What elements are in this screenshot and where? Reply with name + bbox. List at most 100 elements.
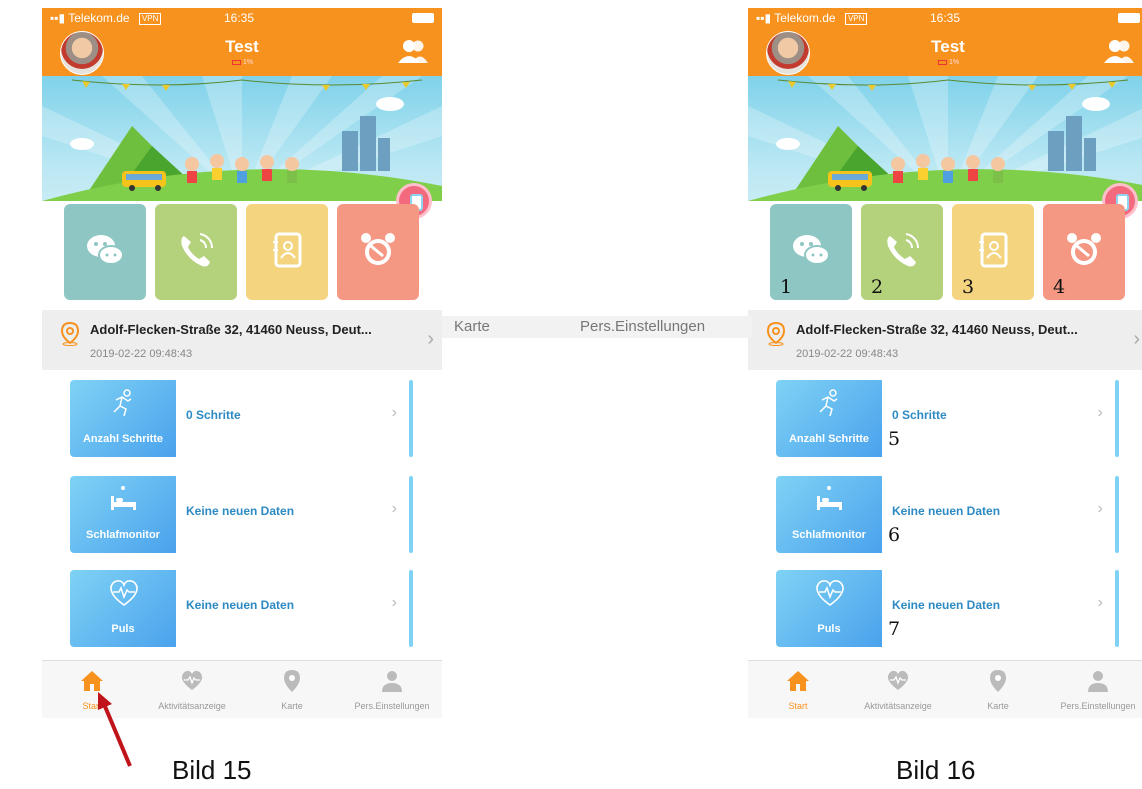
card-value: 0 Schritte [186,408,241,422]
tile-number: 4 [1053,276,1066,298]
heart-pulse-icon [110,580,138,606]
heart-pulse-icon [181,670,203,690]
bed-icon [817,486,842,510]
chevron-right-icon: › [1097,594,1103,611]
tile-contacts[interactable]: 3 [952,204,1034,300]
card-label: Puls [111,623,135,635]
card-accent-bar [409,570,413,647]
status-time: 16:35 [224,11,255,25]
chevron-right-icon: › [391,404,397,421]
location-pin-icon [766,322,786,346]
contacts-book-icon [979,232,1008,268]
page-title: Test [931,37,965,56]
tab-label: Start [788,701,808,711]
header-banner [42,76,442,201]
tile-phone[interactable] [155,204,237,300]
chevron-right-icon: › [1097,404,1103,421]
sleep-tile: Schlafmonitor [776,476,882,553]
phone-icon [181,233,214,267]
tab-start[interactable]: Start [748,661,848,718]
location-pin-icon [60,322,80,346]
location-row[interactable]: Adolf-Flecken-Straße 32, 41460 Neuss, De… [748,310,1142,370]
alarm-clock-icon [361,233,395,265]
tab-settings[interactable]: Pers.Einstellungen [342,661,442,718]
figure-caption-right: Bild 16 [896,755,976,785]
members-icon[interactable] [398,39,428,63]
status-bar: ▪▪▮ Telekom.de VPN 16:35 [42,8,442,28]
tab-label: Karte [281,701,303,711]
tile-alarm[interactable] [337,204,419,300]
chevron-right-icon: › [427,328,434,350]
tab-activity[interactable]: Aktivitätsanzeige [848,661,948,718]
tile-number: 1 [780,276,793,298]
card-pulse[interactable]: Puls Keine neuen Daten 7 › [776,570,1119,647]
battery-low-icon [232,59,241,65]
chat-icon [793,235,830,265]
quick-actions [64,204,420,300]
tile-contacts[interactable] [246,204,328,300]
tab-label: Pers.Einstellungen [1060,701,1136,711]
card-accent-bar [1115,476,1119,553]
map-pin-icon [284,670,300,692]
stray-label-pers-einstellungen: Pers.Einstellungen [572,316,752,338]
card-steps[interactable]: Anzahl Schritte 0 Schritte › [70,380,413,457]
tab-label: Aktivitätsanzeige [158,701,226,711]
card-value: Keine neuen Daten [186,598,295,612]
card-number: 5 [888,428,901,450]
tile-number: 3 [962,276,975,298]
tab-map[interactable]: Karte [948,661,1048,718]
location-timestamp: 2019-02-22 09:48:43 [796,348,899,360]
members-icon[interactable] [1104,39,1134,63]
running-icon [113,389,132,417]
device-battery: 1% [938,59,959,66]
card-accent-bar [409,476,413,553]
heart-pulse-icon [887,670,909,690]
card-label: Puls [817,623,841,635]
location-row[interactable]: Adolf-Flecken-Straße 32, 41460 Neuss, De… [42,310,442,370]
figure-caption-left: Bild 15 [172,755,252,785]
card-label: Schlafmonitor [86,529,160,541]
sleep-tile: Schlafmonitor [70,476,176,553]
chevron-right-icon: › [1133,328,1140,350]
quick-actions: 1 2 3 4 [770,204,1126,300]
header-banner [748,76,1142,201]
battery-low-icon [938,59,947,65]
tile-chat[interactable] [64,204,146,300]
tab-map[interactable]: Karte [242,661,342,718]
heart-pulse-icon [816,580,844,606]
bed-icon [111,486,136,510]
card-sleep[interactable]: Schlafmonitor Keine neuen Daten › [70,476,413,553]
tab-activity[interactable]: Aktivitätsanzeige [142,661,242,718]
carrier-label: ▪▪▮ Telekom.de VPN [756,11,868,25]
person-icon [382,671,402,692]
tile-phone[interactable]: 2 [861,204,943,300]
card-sleep[interactable]: Schlafmonitor Keine neuen Daten 6 › [776,476,1119,553]
card-steps[interactable]: Anzahl Schritte 0 Schritte 5 › [776,380,1119,457]
tab-settings[interactable]: Pers.Einstellungen [1048,661,1142,718]
chevron-right-icon: › [391,500,397,517]
tab-label: Karte [987,701,1009,711]
card-label: Schlafmonitor [792,529,866,541]
battery-icon [1118,13,1140,23]
tab-label: Pers.Einstellungen [354,701,430,711]
tile-number: 2 [871,276,884,298]
vpn-badge: VPN [138,13,162,25]
carrier-label: ▪▪▮ Telekom.de VPN [50,11,162,25]
signal-icon: ▪▪▮ [756,11,775,25]
card-number: 6 [888,524,901,546]
card-pulse[interactable]: Puls Keine neuen Daten › [70,570,413,647]
status-time: 16:35 [930,11,961,25]
steps-tile: Anzahl Schritte [776,380,882,457]
tile-alarm[interactable]: 4 [1043,204,1125,300]
contacts-book-icon [273,232,302,268]
page-title: Test [225,37,259,56]
tile-chat[interactable]: 1 [770,204,852,300]
pulse-tile: Puls [776,570,882,647]
tab-bar: Start Aktivitätsanzeige Karte Pers.Einst… [748,660,1142,718]
steps-tile: Anzahl Schritte [70,380,176,457]
home-icon [787,671,809,691]
card-value: Keine neuen Daten [186,504,295,518]
battery-icon [412,13,434,23]
alarm-clock-icon [1067,233,1101,265]
card-accent-bar [1115,380,1119,457]
